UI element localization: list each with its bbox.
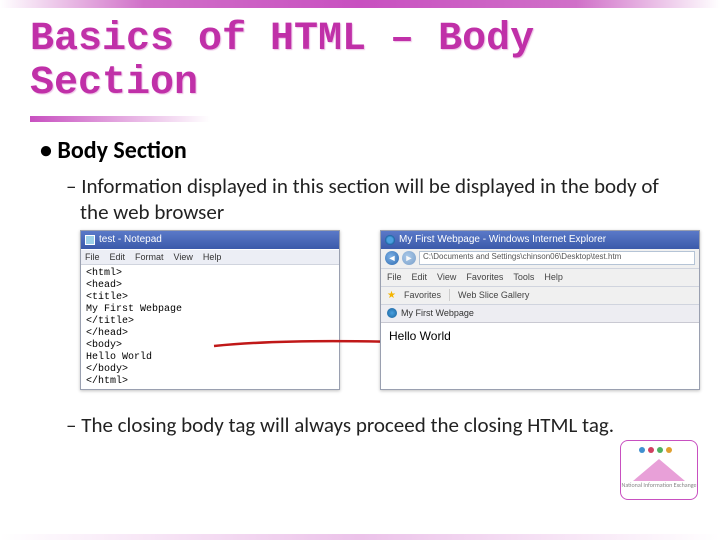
favorites-item[interactable]: Web Slice Gallery xyxy=(458,290,529,300)
menu-format[interactable]: Format xyxy=(135,252,164,262)
bullet-level2-a: Information displayed in this section wi… xyxy=(80,173,690,226)
slide-content: Basics of HTML – Body Section Body Secti… xyxy=(0,8,720,438)
notepad-titlebar: test - Notepad xyxy=(81,231,339,249)
forward-button[interactable]: ► xyxy=(402,251,416,265)
ie-window: My First Webpage - Windows Internet Expl… xyxy=(380,230,700,390)
ie-title-text: My First Webpage - Windows Internet Expl… xyxy=(399,234,606,245)
ie-menu-help[interactable]: Help xyxy=(544,272,563,282)
tab-ie-icon xyxy=(387,308,397,318)
ie-address-bar: ◄ ► C:\Documents and Settings\chinson06\… xyxy=(381,249,699,269)
ie-menu-view[interactable]: View xyxy=(437,272,456,282)
address-field[interactable]: C:\Documents and Settings\chinson06\Desk… xyxy=(419,251,695,265)
ie-tab-strip: My First Webpage xyxy=(381,305,699,323)
menu-help[interactable]: Help xyxy=(203,252,222,262)
ie-menu-tools[interactable]: Tools xyxy=(513,272,534,282)
menu-edit[interactable]: Edit xyxy=(110,252,126,262)
notepad-window: test - Notepad File Edit Format View Hel… xyxy=(80,230,340,390)
ie-icon xyxy=(385,235,395,245)
screenshot-area: test - Notepad File Edit Format View Hel… xyxy=(80,230,690,400)
back-button[interactable]: ◄ xyxy=(385,251,399,265)
menu-file[interactable]: File xyxy=(85,252,100,262)
ie-titlebar: My First Webpage - Windows Internet Expl… xyxy=(381,231,699,249)
tab-label[interactable]: My First Webpage xyxy=(401,308,474,318)
slide-title: Basics of HTML – Body Section xyxy=(30,18,690,106)
favorites-label[interactable]: Favorites xyxy=(404,290,441,300)
corner-logo: National Information Exchange xyxy=(620,440,698,500)
bullet-level1: Body Section xyxy=(40,136,690,165)
logo-triangle xyxy=(633,459,685,481)
logo-dots xyxy=(639,447,672,453)
notepad-icon xyxy=(85,235,95,245)
menu-view[interactable]: View xyxy=(174,252,193,262)
title-underline xyxy=(30,116,210,122)
ie-favorites-bar: ★ Favorites Web Slice Gallery xyxy=(381,287,699,305)
star-icon: ★ xyxy=(387,290,396,301)
decorative-bottom-border xyxy=(0,534,720,540)
notepad-menubar: File Edit Format View Help xyxy=(81,249,339,265)
bullet-level2-b: The closing body tag will always proceed… xyxy=(80,412,690,438)
ie-menubar: File Edit View Favorites Tools Help xyxy=(381,269,699,287)
ie-page-body: Hello World xyxy=(381,323,699,389)
ie-menu-favorites[interactable]: Favorites xyxy=(466,272,503,282)
logo-caption: National Information Exchange xyxy=(621,481,697,489)
decorative-top-border xyxy=(0,0,720,8)
ie-menu-edit[interactable]: Edit xyxy=(412,272,428,282)
ie-menu-file[interactable]: File xyxy=(387,272,402,282)
notepad-title-text: test - Notepad xyxy=(99,234,162,245)
notepad-body[interactable]: <html> <head> <title> My First Webpage <… xyxy=(81,265,339,389)
